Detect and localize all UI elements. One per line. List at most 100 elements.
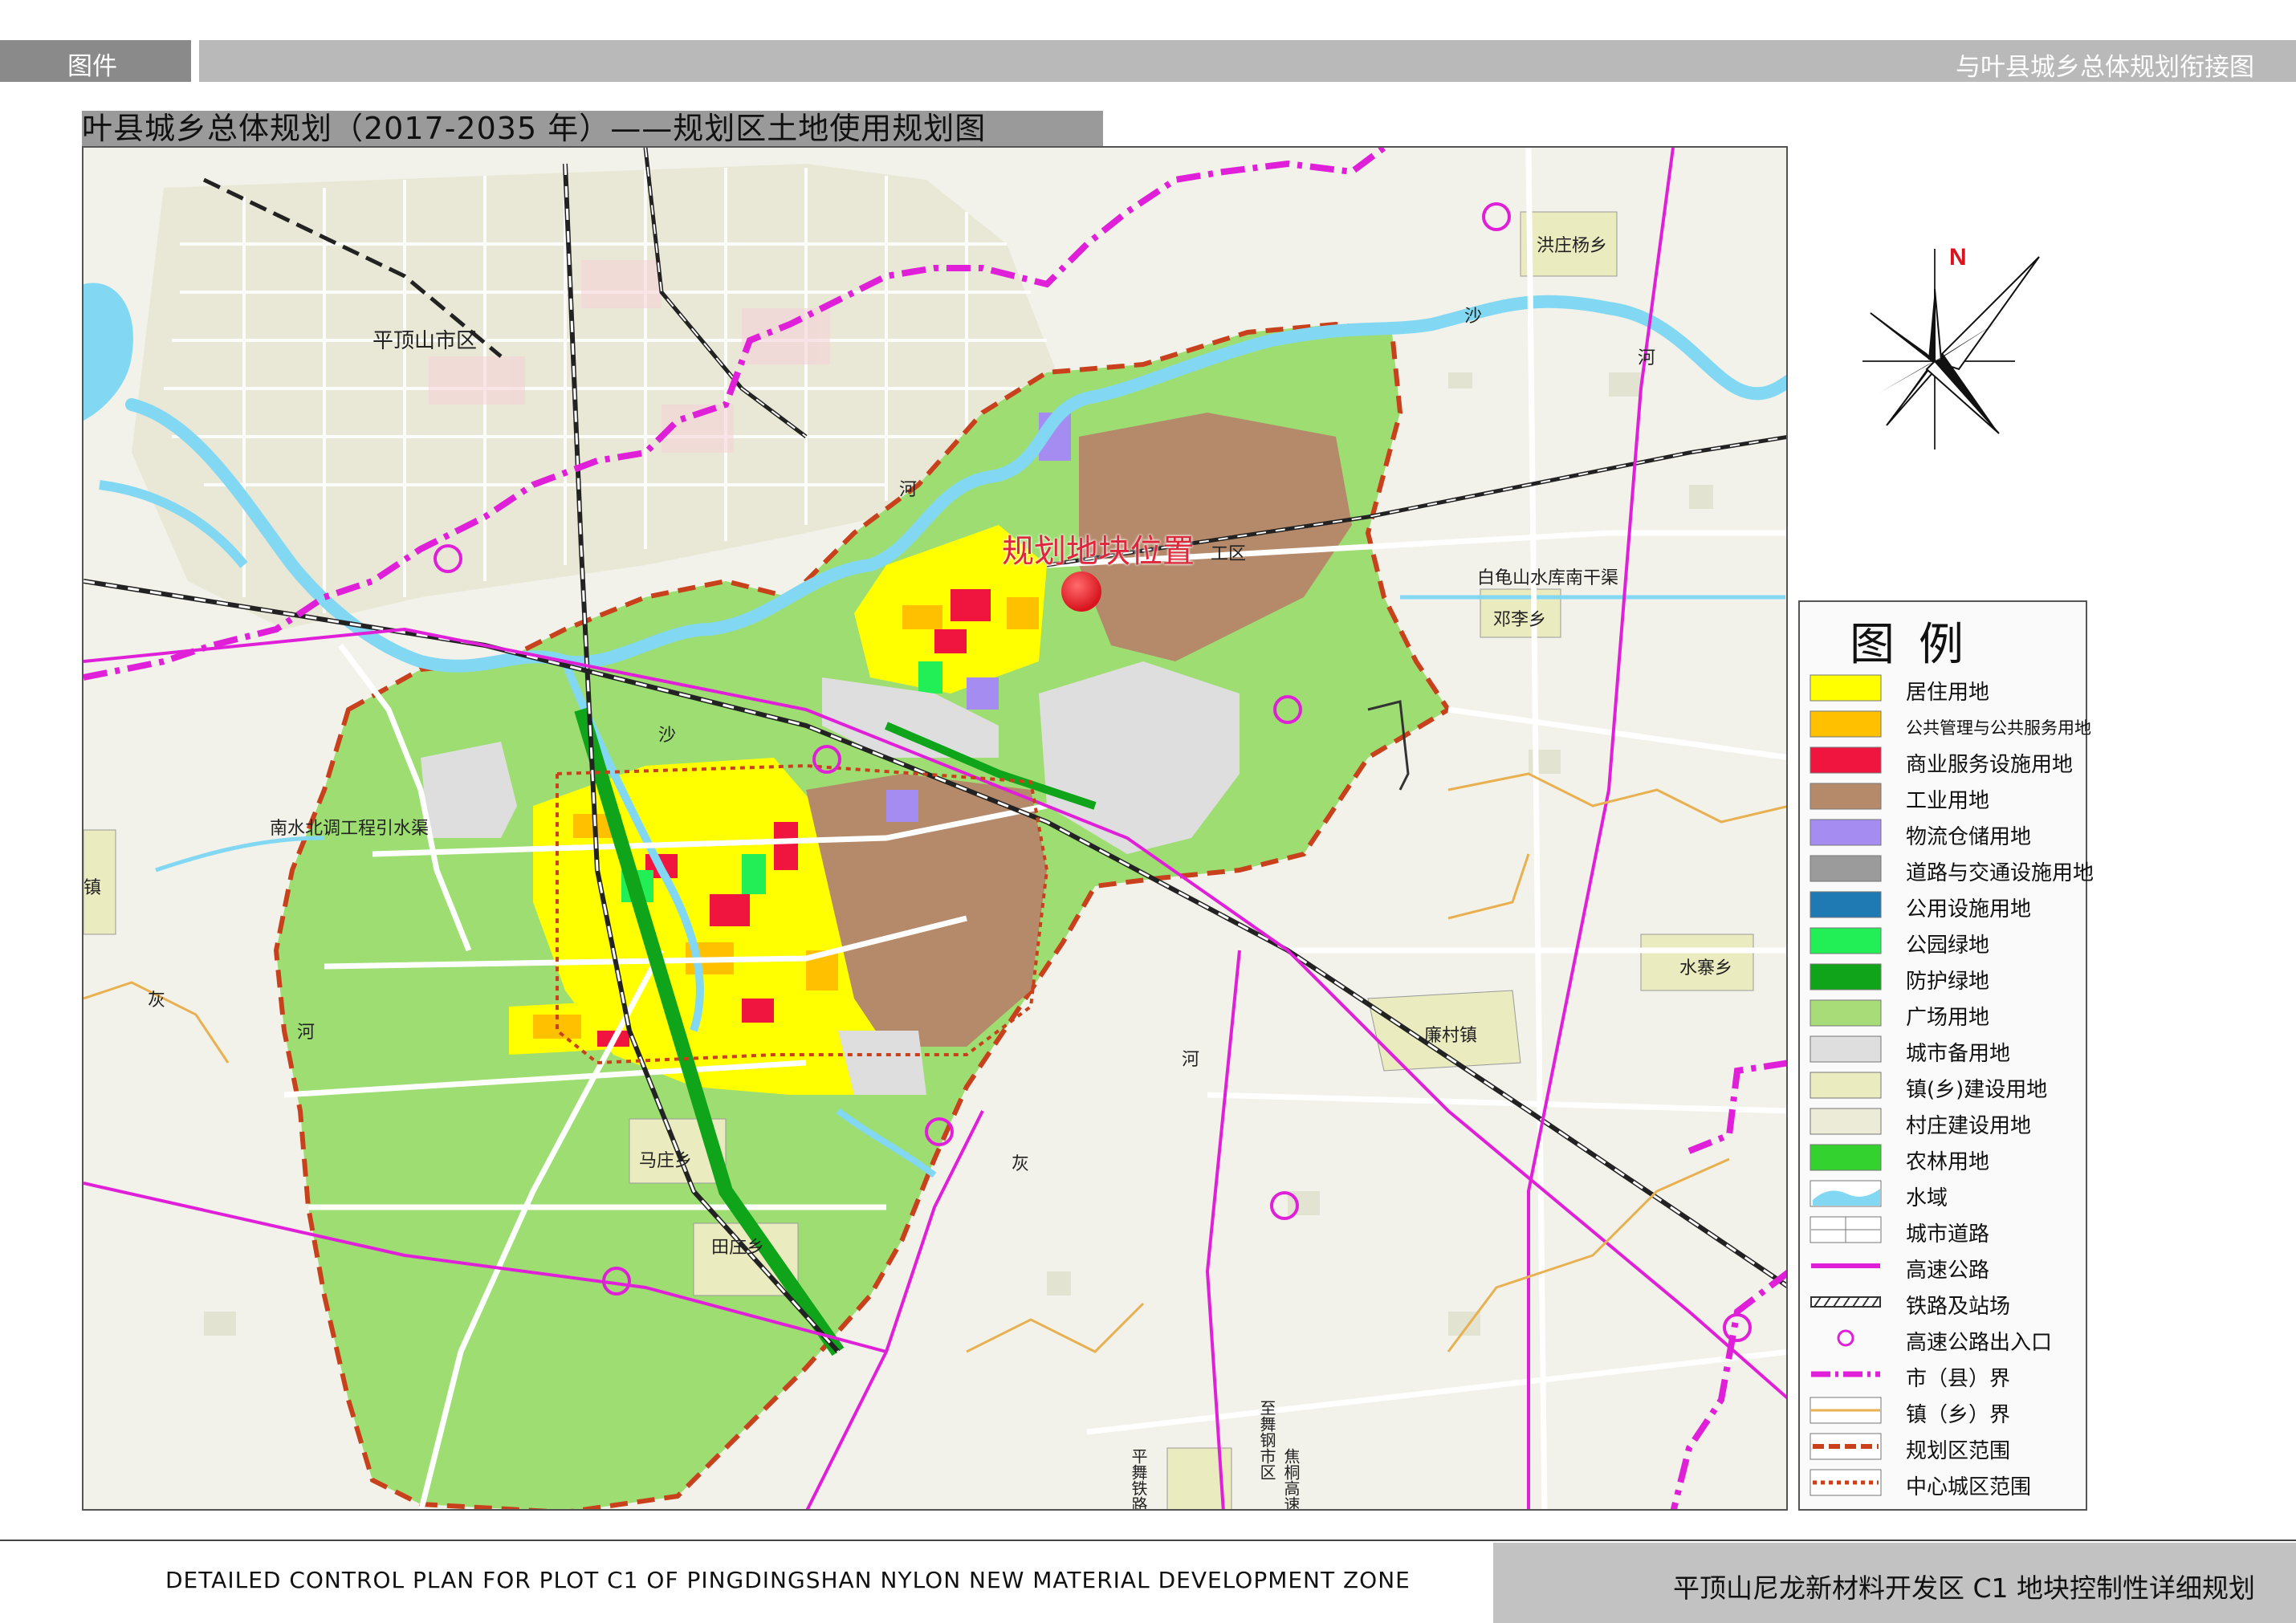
- legend-label: 镇（乡）界: [1906, 1403, 2011, 1427]
- legend-swatch: [1810, 1072, 1882, 1099]
- legend-swatch: [1810, 674, 1882, 702]
- legend-label: 商业服务设施用地: [1906, 753, 2074, 777]
- header-bar: 图件 与叶县城乡总体规划衔接图: [0, 40, 2296, 82]
- legend-label: 公园绿地: [1906, 934, 1990, 958]
- legend-item: 公共管理与公共服务用地: [1810, 707, 2091, 739]
- legend-item: 市（县）界: [1810, 1357, 2082, 1391]
- legend-label: 村庄建设用地: [1906, 1114, 2032, 1138]
- legend-label: 公共管理与公共服务用地: [1906, 718, 2091, 738]
- legend-label: 道路与交通设施用地: [1906, 861, 2094, 885]
- legend-swatch: [1811, 1263, 1880, 1268]
- legend-swatch: [1810, 710, 1882, 738]
- label-sha-2: 沙: [1464, 307, 1483, 327]
- legend-label: 铁路及站场: [1906, 1295, 2011, 1319]
- label-hui-2: 灰: [1012, 1154, 1030, 1174]
- north-arrow-icon: N: [1854, 241, 2047, 466]
- legend-label: 中心城区范围: [1906, 1475, 2032, 1499]
- land-use-map: 平顶山市区 洪庄杨乡 白龟山水库南干渠 邓李乡 水寨乡 廉村镇 马庄乡 田庄乡 …: [82, 146, 1788, 1511]
- label-pingdingshan: 平顶山市区: [372, 329, 478, 353]
- legend-item: 镇(乡)建设用地: [1810, 1068, 2082, 1102]
- label-dengli: 邓李乡: [1493, 610, 1547, 630]
- legend-item: 商业服务设施用地: [1810, 743, 2082, 777]
- legend-item: 城市备用地: [1810, 1032, 2082, 1066]
- footer-title-block: 平顶山尼龙新材料开发区 C1 地块控制性详细规划: [1493, 1543, 2296, 1623]
- logistics-mid: [967, 677, 999, 710]
- legend-swatch: [1810, 855, 1882, 882]
- label-he-3: 河: [297, 1023, 315, 1043]
- legend-swatch: [1810, 819, 1882, 846]
- footer-divider: [0, 1540, 2296, 1541]
- legend-label: 水域: [1906, 1186, 1948, 1210]
- legend-item: 道路与交通设施用地: [1810, 852, 2094, 885]
- legend-swatch: [1810, 999, 1882, 1027]
- north-label: N: [1949, 244, 1967, 270]
- legend-item: 农林用地: [1810, 1141, 2082, 1174]
- legend-item: 居住用地: [1810, 671, 2082, 705]
- legend-swatch: [1810, 891, 1882, 918]
- legend-swatch: [1810, 1035, 1882, 1063]
- legend-label: 城市备用地: [1906, 1042, 2011, 1066]
- legend-title: 图例: [1850, 619, 1988, 671]
- legend-swatch: [1810, 746, 1882, 774]
- label-pingwu-rail: 平舞铁路: [1129, 1448, 1148, 1511]
- legend-swatch: [1810, 783, 1882, 810]
- label-mazhuang: 马庄乡: [639, 1151, 693, 1171]
- label-shuizhai: 水寨乡: [1679, 958, 1733, 978]
- logistics-south: [886, 790, 918, 822]
- legend-swatch: [1810, 1108, 1882, 1135]
- legend-label: 物流仓储用地: [1906, 825, 2032, 849]
- legend-swatch: [1810, 1397, 1882, 1424]
- legend-label: 市（县）界: [1906, 1367, 2011, 1391]
- legend-item: 高速公路: [1810, 1249, 2082, 1283]
- legend-swatch: [1810, 1296, 1881, 1308]
- label-sha-1: 沙: [658, 726, 677, 746]
- legend-item: 村庄建设用地: [1810, 1104, 2082, 1138]
- legend-item: 水域: [1810, 1177, 2082, 1210]
- legend-item: 物流仓储用地: [1810, 816, 2082, 849]
- legend-swatch: [1837, 1329, 1854, 1347]
- legend-label: 规划区范围: [1906, 1439, 2011, 1463]
- map-legend: 图例 居住用地公共管理与公共服务用地商业服务设施用地 工业用地物流仓储用地道路与交…: [1798, 600, 2094, 1511]
- legend-label: 镇(乡)建设用地: [1906, 1078, 2048, 1102]
- legend-item: 公园绿地: [1810, 924, 2082, 958]
- map-title: 叶县城乡总体规划（2017-2035 年）——规划区土地使用规划图: [82, 111, 987, 146]
- legend-item: 防护绿地: [1810, 960, 2082, 994]
- label-zhiwu-rail: 至舞钢市区: [1257, 1400, 1276, 1480]
- legend-swatch: [1810, 1433, 1882, 1460]
- figure-tag: 图件: [0, 40, 191, 82]
- legend-swatch: [1810, 1216, 1882, 1243]
- legend-item: 铁路及站场: [1810, 1285, 2082, 1319]
- legend-item: 广场用地: [1810, 996, 2082, 1030]
- label-he-1: 河: [899, 480, 918, 500]
- site-location-marker: [1061, 572, 1101, 612]
- label-nanshuibeidiao: 南水北调工程引水渠: [270, 819, 429, 839]
- label-he-4: 河: [1182, 1050, 1200, 1070]
- legend-label: 城市道路: [1906, 1222, 1990, 1247]
- legend-label: 高速公路: [1906, 1259, 1990, 1283]
- footer-chinese-title: 平顶山尼龙新材料开发区 C1 地块控制性详细规划: [1673, 1572, 2256, 1604]
- legend-item: 城市道路: [1810, 1213, 2082, 1247]
- figure-tag-label: 图件: [67, 52, 117, 81]
- label-he-2: 河: [1638, 348, 1656, 368]
- legend-swatch: [1811, 1371, 1880, 1377]
- legend-swatch: [1810, 1144, 1882, 1171]
- legend-item: 规划区范围: [1810, 1430, 2082, 1463]
- label-tianzhuang: 田庄乡: [711, 1238, 765, 1258]
- label-baiguishan-canal: 白龟山水库南干渠: [1477, 568, 1619, 588]
- legend-label: 高速公路出入口: [1906, 1331, 2053, 1355]
- reserve-west: [421, 742, 517, 838]
- footer-english-title: DETAILED CONTROL PLAN FOR PLOT C1 OF PIN…: [165, 1567, 1411, 1593]
- legend-swatch: [1810, 963, 1882, 990]
- legend-item: 中心城区范围: [1810, 1466, 2082, 1499]
- legend-label: 工业用地: [1906, 789, 1990, 813]
- label-hui-1: 灰: [148, 990, 166, 1011]
- legend-label: 公用设施用地: [1906, 897, 2032, 921]
- legend-label: 广场用地: [1906, 1006, 1990, 1030]
- label-jiaotong-hwy: 焦桐高速: [1281, 1448, 1301, 1511]
- label-zhen: 镇: [83, 878, 102, 898]
- site-location-label: 规划地块位置: [1002, 533, 1195, 570]
- residential-south-strip: [509, 999, 662, 1055]
- legend-item: 工业用地: [1810, 779, 2082, 813]
- header-divider: [191, 40, 199, 82]
- label-liancun: 廉村镇: [1424, 1026, 1478, 1046]
